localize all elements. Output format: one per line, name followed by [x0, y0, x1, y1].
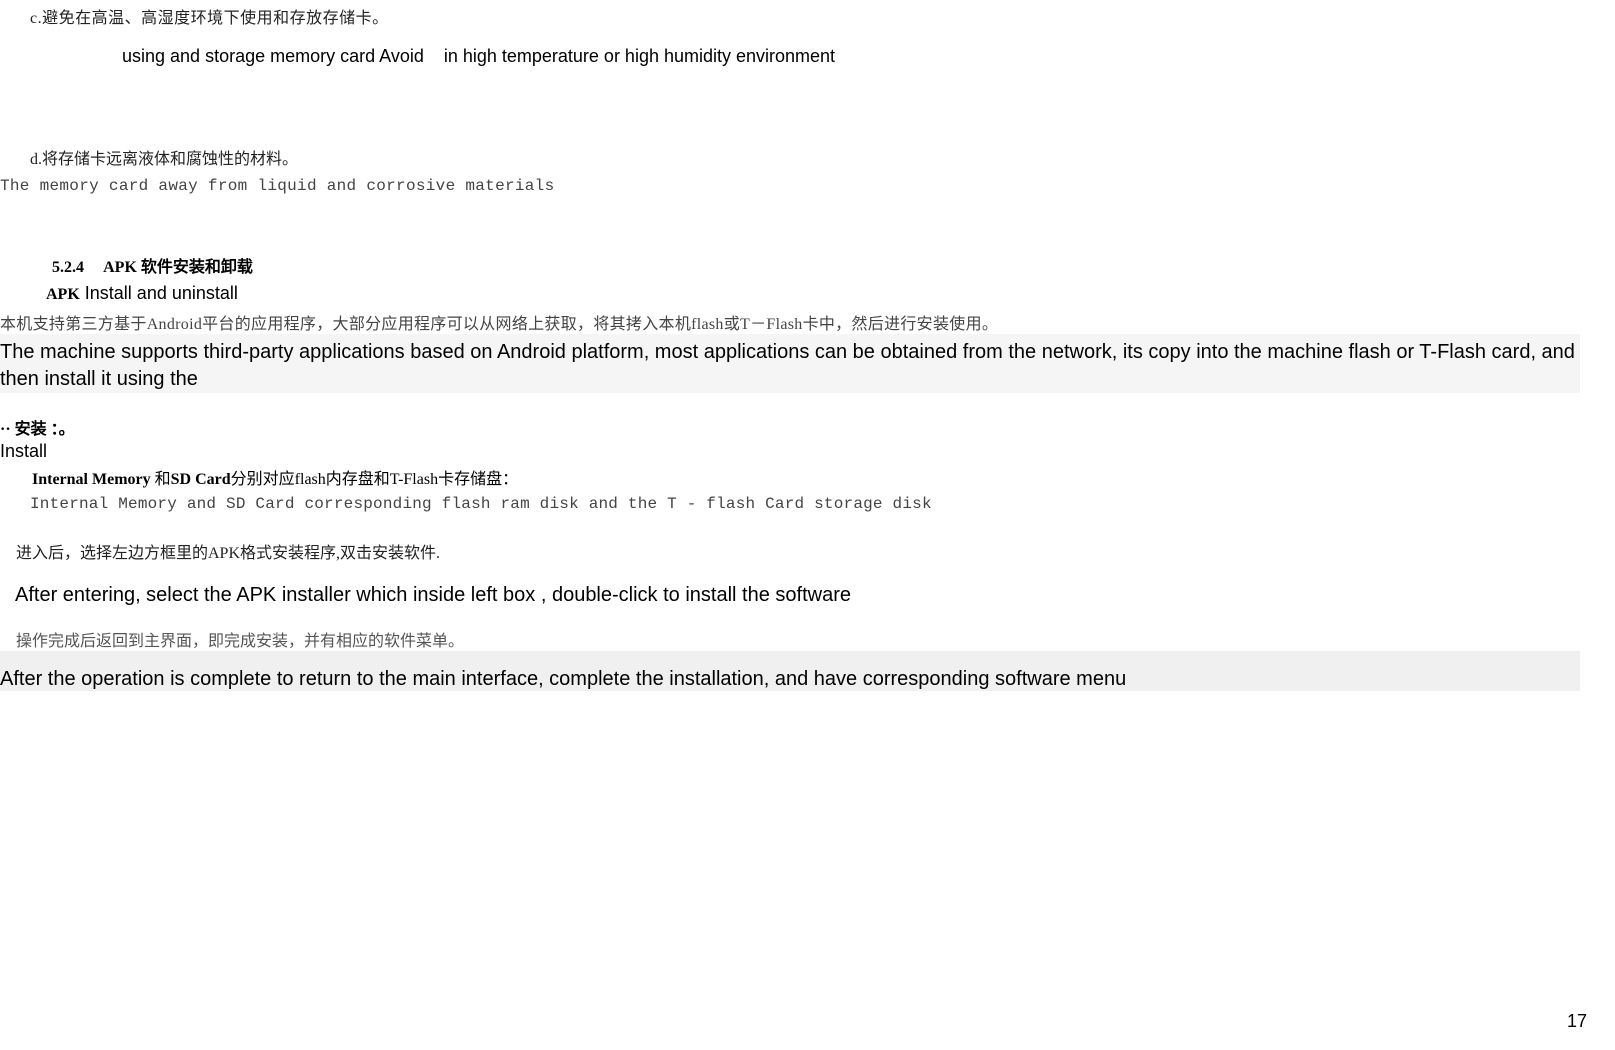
internal-memory-bold: Internal Memory: [32, 471, 151, 488]
internal-memory-tail: 分别对应flash内存盘和T-Flash卡存储盘：: [231, 471, 518, 488]
install-heading-chinese: ·· 安装 ：。: [0, 393, 1615, 439]
after-entering-chinese: 进入后，选择左边方框里的APK格式安装程序,双击安装软件.: [0, 513, 1615, 563]
section-title-en: Install and uninstall: [80, 283, 238, 303]
sd-card-bold: SD Card: [171, 471, 231, 488]
apk-label: APK: [46, 286, 80, 303]
point-c-chinese: c.避免在高温、高湿度环境下使用和存放存储卡。: [0, 2, 1615, 28]
operation-complete-chinese: 操作完成后返回到主界面，即完成安装，并有相应的软件菜单。: [0, 607, 1615, 651]
point-c-english: using and storage memory card Avoid in h…: [0, 28, 1615, 67]
after-entering-english: After entering, select the APK installer…: [0, 563, 1615, 607]
section-number: 5.2.4: [52, 259, 84, 276]
install-heading-english: Install: [0, 439, 1615, 462]
internal-memory-english: Internal Memory and SD Card correspondin…: [0, 489, 1615, 513]
document-content: c.避免在高温、高湿度环境下使用和存放存储卡。 using and storag…: [0, 0, 1615, 691]
page-number: 17: [1567, 1011, 1587, 1032]
internal-memory-chinese: Internal Memory 和SD Card分别对应flash内存盘和T-F…: [0, 462, 1615, 489]
point-d-chinese: d.将存储卡远离液体和腐蚀性的材料。: [0, 67, 1615, 169]
operation-complete-english: After the operation is complete to retur…: [0, 651, 1580, 691]
point-d-english: The memory card away from liquid and cor…: [0, 169, 1615, 195]
paragraph-1-chinese: 本机支持第三方基于Android平台的应用程序，大部分应用程序可以从网络上获取，…: [0, 304, 1615, 334]
internal-memory-mid: 和: [151, 471, 171, 488]
section-heading-524-english: APK Install and uninstall: [0, 277, 1615, 304]
section-title-cn: APK 软件安装和卸载: [103, 259, 253, 276]
paragraph-1-english: The machine supports third-party applica…: [0, 334, 1580, 393]
section-heading-524-chinese: 5.2.4 APK 软件安装和卸载: [0, 195, 1615, 277]
